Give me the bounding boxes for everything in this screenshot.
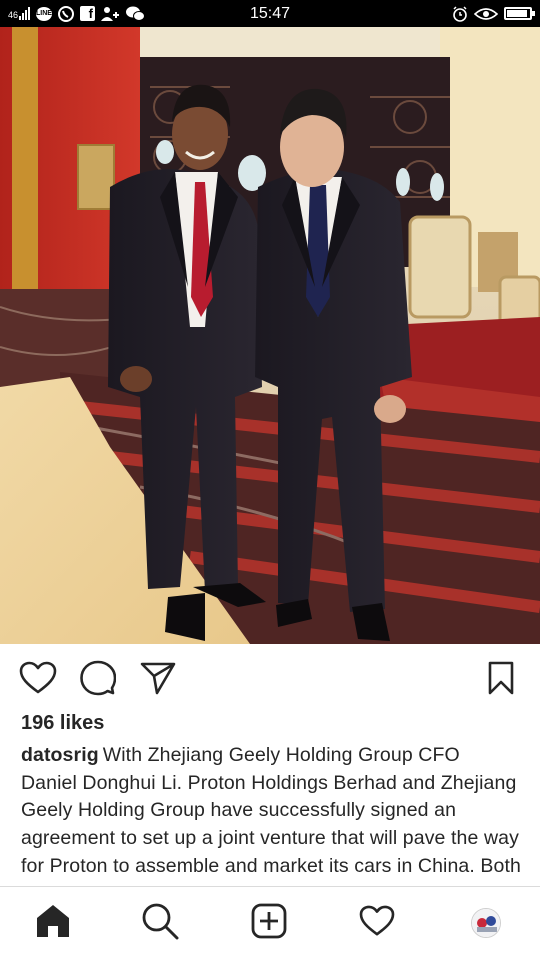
post-photo[interactable] <box>0 27 540 644</box>
nav-activity-button[interactable] <box>357 903 397 943</box>
like-button[interactable] <box>18 660 58 700</box>
share-icon <box>140 661 176 700</box>
photo-scene <box>0 27 540 644</box>
home-icon <box>35 903 71 944</box>
nav-new-post-button[interactable] <box>249 903 289 943</box>
profile-avatar <box>471 908 501 938</box>
line-app-icon: LINE <box>36 6 52 21</box>
person-notification-icon <box>101 6 119 22</box>
status-left-icons: 46 LINE f <box>8 5 145 22</box>
comment-icon <box>80 660 117 701</box>
status-right-icons <box>452 5 535 22</box>
svg-text:46: 46 <box>8 10 18 20</box>
activity-heart-icon <box>359 905 395 942</box>
whatsapp-icon <box>58 5 74 22</box>
post-actions <box>0 652 540 706</box>
share-button[interactable] <box>138 660 178 700</box>
battery-icon <box>504 7 535 20</box>
facebook-icon: f <box>80 6 95 21</box>
heart-icon <box>19 661 57 700</box>
nav-home-button[interactable] <box>33 903 73 943</box>
bookmark-icon <box>487 661 515 700</box>
likes-count[interactable]: 196 likes <box>21 712 104 735</box>
nav-search-button[interactable] <box>140 903 180 943</box>
bottom-nav <box>0 886 540 960</box>
signal-icon: 46 <box>8 6 30 21</box>
comment-button[interactable] <box>78 660 118 700</box>
eye-icon <box>474 7 498 21</box>
wechat-icon <box>125 6 145 22</box>
nav-profile-button[interactable] <box>466 903 506 943</box>
post-caption: datosrig With Zhejiang Geely Holding Grou… <box>21 742 521 886</box>
battery-fill <box>507 10 527 17</box>
alarm-icon <box>452 5 468 22</box>
new-post-icon <box>251 903 287 944</box>
save-button[interactable] <box>481 660 521 700</box>
status-bar: 46 LINE f 15:47 <box>0 0 540 27</box>
search-icon <box>141 902 179 945</box>
caption-username[interactable]: datosrig <box>21 744 99 766</box>
